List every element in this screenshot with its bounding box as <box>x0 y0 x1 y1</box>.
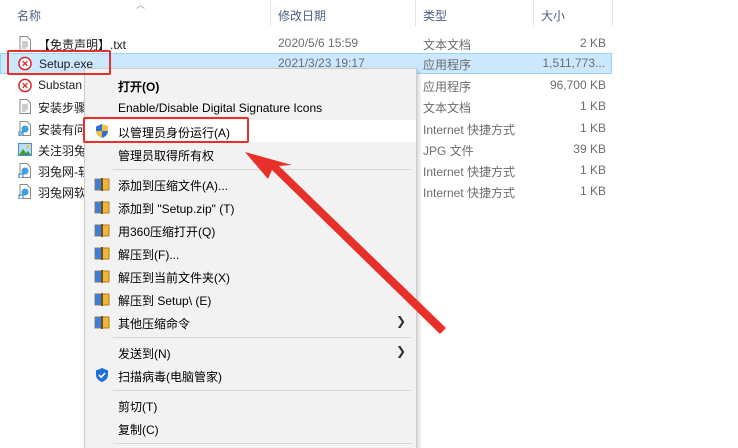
archive-icon <box>94 201 110 214</box>
highlight-box-run-as-admin <box>83 117 249 143</box>
menu-item-take-ownership[interactable]: 管理员取得所有权 <box>85 143 416 165</box>
column-divider[interactable] <box>415 0 416 26</box>
internet-shortcut-icon <box>18 121 31 136</box>
menu-item-label: 发送到(N) <box>118 347 171 361</box>
column-divider[interactable] <box>270 0 271 26</box>
menu-item-extract-here[interactable]: 解压到当前文件夹(X) <box>85 265 416 287</box>
file-type: 应用程序 <box>423 58 472 72</box>
column-divider[interactable] <box>533 0 534 26</box>
column-name-header[interactable]: 名称 <box>17 7 41 24</box>
image-file-icon <box>18 143 32 156</box>
menu-item-label: 复制(C) <box>118 423 159 437</box>
menu-item-open[interactable]: 打开(O) <box>85 74 416 96</box>
submenu-chevron-icon: ❯ <box>395 314 406 328</box>
menu-separator <box>113 390 411 391</box>
archive-icon <box>94 270 110 283</box>
security-shield-icon <box>96 368 108 382</box>
menu-item-add-to-zip[interactable]: 添加到 "Setup.zip" (T) <box>85 196 416 218</box>
menu-item-label: 解压到(F)... <box>118 248 180 262</box>
menu-item-label: 剪切(T) <box>118 400 158 414</box>
app-exe-icon <box>18 78 32 93</box>
file-type: Internet 快捷方式 <box>423 123 516 137</box>
menu-separator <box>113 337 411 338</box>
file-type: 文本文档 <box>423 101 472 115</box>
file-name: 羽兔网-软 <box>38 165 84 179</box>
highlight-box-setup <box>7 50 111 75</box>
archive-icon <box>94 178 110 191</box>
menu-item-copy[interactable]: 复制(C) <box>85 417 416 439</box>
column-type-header[interactable]: 类型 <box>423 7 447 24</box>
menu-item-label: 扫描病毒(电脑管家) <box>118 370 222 384</box>
menu-item-label: 用360压缩打开(Q) <box>118 225 216 239</box>
file-size: 96,700 KB <box>549 78 606 92</box>
file-size: 39 KB <box>573 142 606 156</box>
file-size: 1,511,773... <box>542 56 606 70</box>
menu-separator <box>113 169 411 170</box>
archive-icon <box>94 293 110 306</box>
archive-icon <box>94 316 110 329</box>
menu-item-label: 管理员取得所有权 <box>118 149 215 163</box>
column-divider[interactable] <box>612 0 613 26</box>
menu-item-digital-signature[interactable]: Enable/Disable Digital Signature Icons <box>85 97 416 119</box>
text-file-icon <box>19 99 31 114</box>
menu-item-label: 解压到当前文件夹(X) <box>118 271 230 285</box>
menu-item-label: 添加到压缩文件(A)... <box>118 179 228 193</box>
submenu-chevron-icon: ❯ <box>395 344 406 358</box>
archive-icon <box>94 224 110 237</box>
menu-item-extract-to-folder[interactable]: 解压到 Setup\ (E) <box>85 288 416 310</box>
menu-item-cut[interactable]: 剪切(T) <box>85 394 416 416</box>
file-type: JPG 文件 <box>423 144 474 158</box>
menu-item-scan-virus[interactable]: 扫描病毒(电脑管家) <box>85 364 416 386</box>
file-date: 2020/5/6 15:59 <box>278 36 359 50</box>
menu-item-open-with-360[interactable]: 用360压缩打开(Q) <box>85 219 416 241</box>
file-type: 文本文档 <box>423 38 472 52</box>
menu-item-add-to-archive[interactable]: 添加到压缩文件(A)... <box>85 173 416 195</box>
menu-item-label: 解压到 Setup\ (E) <box>118 294 212 308</box>
file-name: 安装有问 <box>38 123 84 137</box>
file-type: Internet 快捷方式 <box>423 165 516 179</box>
column-date-header[interactable]: 修改日期 <box>278 7 326 24</box>
file-size: 1 KB <box>579 121 606 135</box>
file-size: 1 KB <box>579 163 606 177</box>
menu-item-label: 其他压缩命令 <box>118 317 191 331</box>
file-size: 2 KB <box>579 36 606 50</box>
menu-item-label: 添加到 "Setup.zip" (T) <box>118 202 235 216</box>
menu-item-send-to[interactable]: 发送到(N) ❯ <box>85 341 416 363</box>
file-name: 关注羽兔 <box>38 144 84 158</box>
internet-shortcut-icon <box>18 163 31 178</box>
file-size: 1 KB <box>579 184 606 198</box>
file-name: 羽兔网软 <box>38 186 84 200</box>
column-header-bar: ︿ 名称 修改日期 类型 大小 <box>0 0 738 26</box>
column-size-header[interactable]: 大小 <box>541 7 565 24</box>
menu-item-extract-to[interactable]: 解压到(F)... <box>85 242 416 264</box>
file-name: Substan <box>38 78 83 92</box>
menu-item-label: Enable/Disable Digital Signature Icons <box>118 101 323 115</box>
menu-item-other-compress[interactable]: 其他压缩命令 ❯ <box>85 311 416 333</box>
file-name: 安装步骤 <box>38 101 84 115</box>
file-size: 1 KB <box>579 99 606 113</box>
internet-shortcut-icon <box>18 184 31 199</box>
file-type: Internet 快捷方式 <box>423 186 516 200</box>
archive-icon <box>94 247 110 260</box>
menu-item-label: 打开(O) <box>118 80 160 94</box>
menu-separator <box>113 443 411 444</box>
file-type: 应用程序 <box>423 80 472 94</box>
sort-ascending-icon: ︿ <box>136 0 146 10</box>
text-file-icon <box>19 36 31 51</box>
